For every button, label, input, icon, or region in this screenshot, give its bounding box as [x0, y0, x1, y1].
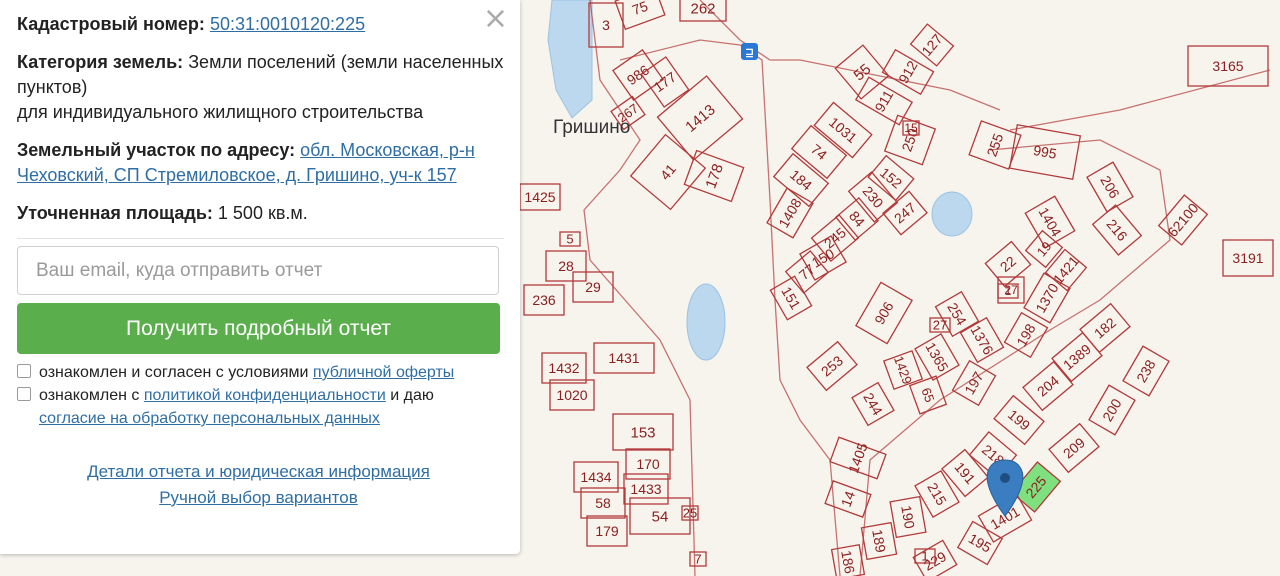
privacy-consent: ознакомлен с политикой конфиденциальност… — [17, 384, 504, 430]
privacy-consent-suffix: и даю — [390, 387, 434, 404]
parcel-label: 3 — [602, 17, 610, 33]
parcel-label: 1433 — [630, 481, 661, 497]
parcel-label: 153 — [630, 424, 655, 441]
parcel-label: 1425 — [524, 189, 555, 205]
info-panel: × Кадастровый номер: 50:31:0010120:225 К… — [0, 0, 520, 554]
privacy-consent-text: ознакомлен с — [39, 387, 140, 404]
parcel-25[interactable]: 25 — [681, 505, 699, 521]
parcel-label: 1 — [1005, 284, 1012, 298]
area-label: Уточненная площадь: — [17, 203, 213, 223]
report-details-link[interactable]: Детали отчета и юридическая информация — [87, 459, 430, 485]
parcel-label: 1432 — [548, 360, 579, 376]
parcel-label: 1 — [921, 549, 928, 564]
email-input[interactable] — [17, 246, 499, 295]
parcel-label: 170 — [636, 456, 660, 472]
bus-stop-icon[interactable]: ⊒ — [741, 43, 758, 60]
land-category-label: Категория земель: — [17, 52, 184, 72]
cadastral-number-link[interactable]: 50:31:0010120:225 — [210, 14, 365, 34]
public-offer-link[interactable]: публичной оферты — [313, 364, 454, 381]
land-category-row: Категория земель: Земли поселений (земли… — [17, 50, 504, 125]
parcel-label: 28 — [558, 258, 574, 274]
parcel-label: 15 — [904, 121, 918, 135]
parcel-27[interactable]: 27 — [929, 317, 951, 333]
panel-footer: Детали отчета и юридическая информация Р… — [17, 459, 500, 511]
offer-consent-text: ознакомлен и согласен с условиями — [39, 364, 309, 381]
privacy-checkbox[interactable] — [17, 387, 31, 401]
divider — [17, 238, 504, 239]
privacy-policy-link[interactable]: политикой конфиденциальности — [144, 387, 386, 404]
parcel-label: 179 — [595, 523, 619, 539]
parcel-label: 236 — [532, 292, 556, 308]
offer-checkbox[interactable] — [17, 364, 31, 378]
parcel-label: 1434 — [580, 469, 611, 485]
cadastral-number-label: Кадастровый номер: — [17, 14, 205, 34]
svg-text:⊒: ⊒ — [745, 46, 754, 59]
parcel-label: 27 — [933, 318, 947, 333]
place-name-label: Гришино — [553, 117, 630, 138]
parcel-label: 1431 — [608, 350, 639, 366]
address-row: Земельный участок по адресу: обл. Москов… — [17, 138, 504, 188]
personal-data-consent-link[interactable]: согласие на обработку персональных данны… — [39, 410, 380, 427]
parcel-label: 7 — [694, 552, 701, 567]
parcel-label: 5 — [566, 232, 573, 247]
land-usage-value: для индивидуального жилищного строительс… — [17, 102, 424, 122]
manual-selection-link[interactable]: Ручной выбор вариантов — [159, 485, 358, 511]
parcel-label: 3165 — [1212, 58, 1243, 74]
area-value: 1 500 кв.м. — [217, 203, 308, 223]
parcel-label: 262 — [690, 0, 715, 17]
parcel-label: 3191 — [1232, 250, 1263, 266]
offer-consent: ознакомлен и согласен с условиями публич… — [17, 361, 504, 384]
parcel-15[interactable]: 15 — [902, 120, 920, 136]
address-label: Земельный участок по адресу: — [17, 140, 296, 160]
parcel-label: 29 — [585, 279, 601, 295]
get-report-button[interactable]: Получить подробный отчет — [17, 303, 500, 354]
close-icon[interactable]: × — [483, 4, 508, 34]
cadastral-number-row: Кадастровый номер: 50:31:0010120:225 — [17, 12, 504, 37]
area-row: Уточненная площадь: 1 500 кв.м. — [17, 201, 504, 226]
parcel-label: 25 — [683, 506, 697, 521]
parcel-label: 1020 — [556, 387, 587, 403]
parcel-label: 58 — [595, 495, 611, 511]
parcel-label: 54 — [652, 508, 669, 525]
